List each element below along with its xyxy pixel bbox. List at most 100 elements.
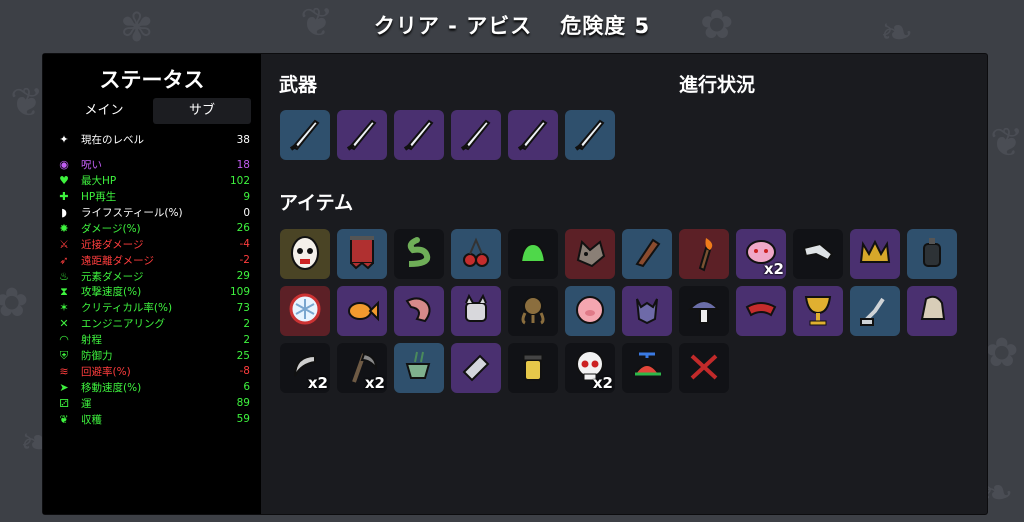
weapons-title: 武器 <box>279 74 318 96</box>
item-slot[interactable] <box>394 286 444 336</box>
item-slot[interactable] <box>622 286 672 336</box>
item-slot[interactable] <box>337 229 387 279</box>
item-slot[interactable] <box>508 229 558 279</box>
stat-row[interactable]: ✶ クリティカル率(%) 73 <box>43 300 261 316</box>
stat-row[interactable]: ✚ HP再生 9 <box>43 189 261 205</box>
item-slot[interactable] <box>622 229 672 279</box>
weapon-slot[interactable] <box>394 110 444 160</box>
octopus-icon <box>513 289 553 333</box>
stat-value: 29 <box>236 270 250 283</box>
stat-label: 遠距離ダメージ <box>81 254 154 267</box>
item-slot[interactable] <box>565 229 615 279</box>
item-slot[interactable] <box>565 286 615 336</box>
item-slot[interactable] <box>394 229 444 279</box>
mushroom-icon <box>684 289 724 333</box>
item-slot[interactable] <box>451 229 501 279</box>
stat-label: 現在のレベル <box>81 134 144 147</box>
damage-icon: ✸ <box>59 221 69 235</box>
stat-row[interactable]: ✦ 現在のレベル 38 <box>43 132 261 148</box>
lifesteal-icon: ◗ <box>61 206 67 219</box>
stat-label: エンジニアリング <box>81 318 165 331</box>
cherry-bomb-icon <box>456 232 496 276</box>
tab-sub[interactable]: サブ <box>153 98 251 124</box>
item-slot[interactable] <box>679 286 729 336</box>
weapon-slot[interactable] <box>508 110 558 160</box>
item-slot[interactable] <box>793 286 843 336</box>
item-slot[interactable] <box>451 343 501 393</box>
stat-row[interactable]: ⚂ 運 89 <box>43 395 261 411</box>
item-slot[interactable] <box>451 286 501 336</box>
item-slot[interactable] <box>508 286 558 336</box>
item-slot[interactable] <box>280 229 330 279</box>
snake-icon <box>399 232 439 276</box>
stat-value: 2 <box>243 317 250 330</box>
stat-row[interactable]: ❦ 収穫 59 <box>43 411 261 427</box>
item-slot[interactable] <box>337 286 387 336</box>
stat-row[interactable]: ➶ 遠距離ダメージ -2 <box>43 252 261 268</box>
item-quantity-badge: x2 <box>763 260 784 278</box>
stat-value: -4 <box>239 238 250 251</box>
stat-row[interactable]: ◗ ライフスティール(%) 0 <box>43 205 261 221</box>
stat-row[interactable]: ⚔ 近接ダメージ -4 <box>43 236 261 252</box>
item-slot[interactable] <box>907 229 957 279</box>
stat-label: 収穫 <box>81 413 102 426</box>
item-slot[interactable] <box>622 343 672 393</box>
blade-weapon-icon <box>399 113 439 157</box>
item-slot[interactable]: x2 <box>565 343 615 393</box>
item-slot[interactable] <box>508 343 558 393</box>
stat-label: 近接ダメージ <box>81 238 144 251</box>
stat-row[interactable]: ⧗ 攻撃速度(%) 109 <box>43 284 261 300</box>
crown-icon <box>855 232 895 276</box>
stat-label: 運 <box>81 397 92 410</box>
stat-value: 89 <box>236 397 250 410</box>
attack-speed-icon: ⧗ <box>60 285 68 299</box>
tea-cup-icon <box>399 346 439 390</box>
item-quantity-badge: x2 <box>364 374 385 392</box>
item-slot[interactable]: x2 <box>736 229 786 279</box>
item-slot[interactable] <box>679 343 729 393</box>
stat-row[interactable]: ⛨ 防御力 25 <box>43 348 261 364</box>
slime-icon <box>513 232 553 276</box>
item-slot[interactable] <box>679 229 729 279</box>
stat-row[interactable]: ➤ 移動速度(%) 6 <box>43 379 261 395</box>
danger-level-label: 危険度 5 <box>560 14 651 38</box>
blade-weapon-icon <box>513 113 553 157</box>
item-slot[interactable] <box>736 286 786 336</box>
eraser-icon <box>456 346 496 390</box>
wolf-head-icon <box>570 232 610 276</box>
stat-row[interactable]: ≋ 回避率(%) -8 <box>43 363 261 379</box>
blade-weapon-icon <box>570 113 610 157</box>
stat-row[interactable]: ♨ 元素ダメージ 29 <box>43 268 261 284</box>
stat-row[interactable]: ✕ エンジニアリング 2 <box>43 316 261 332</box>
blade-weapon-icon <box>285 113 325 157</box>
run-result-label: クリア - アビス <box>373 14 533 38</box>
weapon-slot[interactable] <box>451 110 501 160</box>
weapon-slot[interactable] <box>280 110 330 160</box>
weapon-slot[interactable] <box>565 110 615 160</box>
stat-row[interactable]: ◠ 射程 2 <box>43 332 261 348</box>
item-slot[interactable]: x2 <box>337 343 387 393</box>
item-slot[interactable]: x2 <box>280 343 330 393</box>
blade-weapon-icon <box>342 113 382 157</box>
tab-main[interactable]: メイン <box>55 98 153 124</box>
stat-value: -2 <box>239 254 250 267</box>
item-slot[interactable] <box>850 229 900 279</box>
stat-row[interactable]: ♥ 最大HP 102 <box>43 173 261 189</box>
canister-icon <box>912 232 952 276</box>
weapon-slot[interactable] <box>337 110 387 160</box>
heart-icon: ♥ <box>59 174 69 188</box>
item-slot[interactable] <box>793 229 843 279</box>
item-slot[interactable] <box>280 286 330 336</box>
harvest-icon: ❦ <box>59 412 69 426</box>
cat-robot-icon <box>456 289 496 333</box>
crit-icon: ✶ <box>59 301 69 315</box>
stat-row[interactable]: ✸ ダメージ(%) 26 <box>43 220 261 236</box>
pig-icon <box>570 289 610 333</box>
item-slot[interactable] <box>907 286 957 336</box>
stat-row[interactable]: ◉ 呪い 18 <box>43 157 261 173</box>
stats-panel: ステータス メイン サブ ✦ 現在のレベル 38 ◉ 呪い 18 ♥ 最大HP 102 ✚ HP再生… <box>43 54 261 514</box>
level-icon: ✦ <box>59 133 69 147</box>
item-slot[interactable] <box>850 286 900 336</box>
item-slot[interactable] <box>394 343 444 393</box>
stat-label: 回避率(%) <box>81 365 131 378</box>
